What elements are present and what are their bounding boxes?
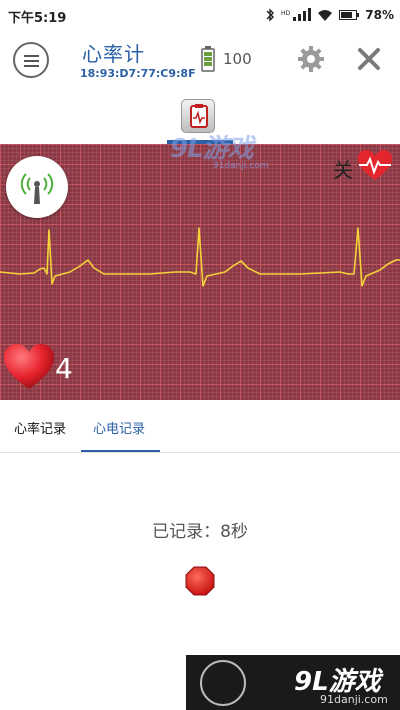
menu-icon-line bbox=[24, 55, 39, 57]
signal-button[interactable] bbox=[6, 156, 68, 218]
svg-text:HD: HD bbox=[281, 10, 291, 17]
page-title: 心率计 bbox=[82, 42, 145, 66]
recorded-duration: 已记录：8秒 bbox=[152, 522, 248, 542]
heart-icon bbox=[4, 344, 54, 389]
menu-icon-line bbox=[24, 60, 39, 62]
bluetooth-icon bbox=[266, 8, 275, 22]
close-icon[interactable] bbox=[357, 47, 381, 71]
antenna-icon bbox=[20, 173, 54, 204]
ecg-panel: 关 4 bbox=[0, 144, 400, 400]
watermark-brand: 9L游戏 bbox=[170, 134, 254, 164]
status-time: 下午5:19 bbox=[8, 11, 67, 26]
heart-rate-value: 4 bbox=[55, 352, 73, 385]
menu-icon-line bbox=[24, 65, 39, 67]
hd-signal-icon: HD bbox=[281, 8, 312, 21]
watermark-logo bbox=[200, 660, 246, 706]
tab-ecg-records[interactable]: 心电记录 bbox=[93, 418, 145, 437]
tab-heart-rate-records[interactable]: 心率记录 bbox=[14, 418, 66, 437]
status-bar: 下午5:19 HD 78% bbox=[0, 0, 400, 30]
gear-icon[interactable] bbox=[297, 45, 325, 73]
status-icons: HD 78% bbox=[265, 6, 394, 24]
heartbeat-icon[interactable] bbox=[356, 148, 394, 182]
stop-icon[interactable] bbox=[185, 566, 215, 596]
bottom-watermark: 9L游戏 91danji.com bbox=[186, 655, 400, 710]
device-battery-level: 100 bbox=[223, 50, 252, 68]
menu-button[interactable] bbox=[13, 42, 49, 78]
tab-indicator bbox=[81, 450, 160, 452]
watermark-url: 91danji.com bbox=[213, 161, 269, 171]
wifi-icon bbox=[318, 9, 333, 21]
status-battery-icon bbox=[339, 10, 360, 20]
status-battery-percent: 78% bbox=[365, 8, 394, 22]
ecg-toggle-label[interactable]: 关 bbox=[333, 154, 353, 183]
device-mac-address: 18:93:D7:77:C9:8F bbox=[80, 67, 196, 80]
tab-bar: 心率记录 心电记录 bbox=[0, 400, 400, 453]
battery-icon bbox=[201, 46, 215, 72]
bottom-watermark-url: 91danji.com bbox=[320, 693, 388, 706]
app-header: 心率计 18:93:D7:77:C9:8F 100 bbox=[0, 30, 400, 92]
